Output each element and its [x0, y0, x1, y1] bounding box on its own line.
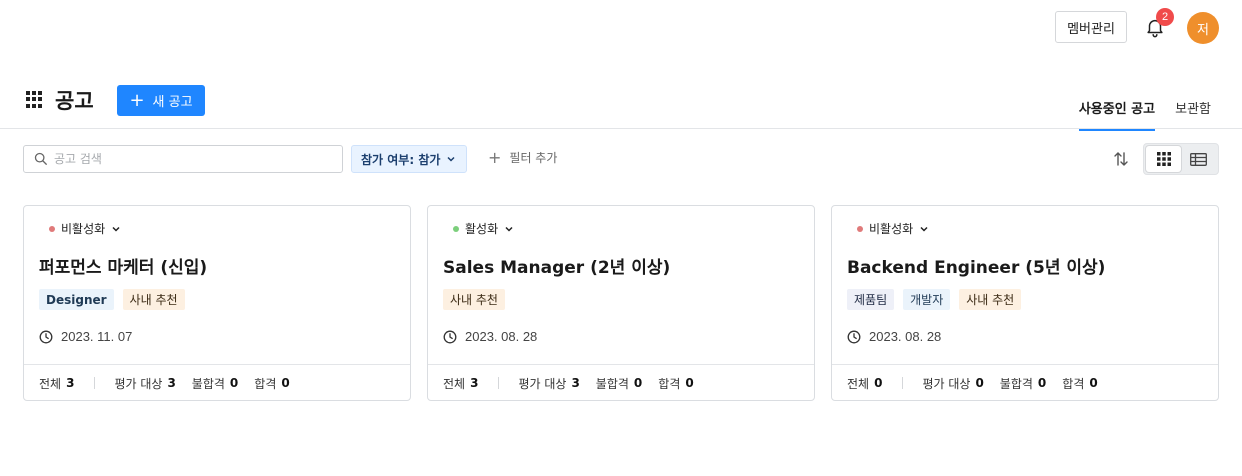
posting-date: 2023. 08. 28 — [847, 329, 941, 344]
stat-under-review: 평가 대상 3 — [518, 376, 580, 391]
posting-title[interactable]: Backend Engineer (5년 이상) — [847, 253, 1105, 278]
header-divider — [0, 128, 1242, 129]
plus-icon: + — [488, 147, 502, 167]
posting-title[interactable]: 퍼포먼스 마케터 (신입) — [39, 253, 207, 278]
posting-title[interactable]: Sales Manager (2년 이상) — [443, 253, 670, 278]
status-label: 비활성화 — [61, 222, 106, 236]
chevron-down-icon — [447, 156, 455, 162]
status-dot — [857, 225, 863, 232]
add-filter-label: 필터 추가 — [509, 151, 558, 165]
add-filter-button[interactable]: + 필터 추가 — [488, 149, 557, 166]
sort-icon[interactable] — [1112, 150, 1130, 168]
stat-total: 전체 3 — [39, 376, 75, 391]
new-posting-button[interactable]: + 새 공고 — [117, 85, 205, 116]
table-view-button[interactable] — [1181, 146, 1216, 172]
job-posting-card[interactable]: 활성화 Sales Manager (2년 이상) 사내 추천 2023. 08… — [427, 205, 815, 401]
tag-list: Designer 사내 추천 — [39, 289, 185, 310]
stat-failed: 불합격 0 — [191, 376, 239, 391]
tab-archive[interactable]: 보관함 — [1175, 98, 1211, 131]
grid-view-button[interactable] — [1146, 146, 1181, 172]
tab-active-postings[interactable]: 사용중인 공고 — [1078, 98, 1156, 131]
job-posting-card[interactable]: 비활성화 Backend Engineer (5년 이상) 제품팀 개발자 사내… — [831, 205, 1219, 401]
stat-total: 전체 0 — [847, 376, 883, 391]
stat-passed: 합격 0 — [254, 376, 290, 391]
chevron-down-icon — [920, 226, 928, 232]
posting-date: 2023. 08. 28 — [443, 329, 537, 344]
status-label: 활성화 — [465, 222, 499, 236]
card-stats: 전체 3 평가 대상 3 불합격 0 합격 0 — [24, 364, 410, 401]
card-stats: 전체 3 평가 대상 3 불합격 0 합격 0 — [428, 364, 814, 401]
job-posting-card[interactable]: 비활성화 퍼포먼스 마케터 (신입) Designer 사내 추천 2023. … — [23, 205, 411, 401]
posting-date: 2023. 11. 07 — [39, 329, 132, 344]
date-value: 2023. 11. 07 — [61, 329, 133, 344]
tag: 개발자 — [903, 289, 951, 310]
status-label: 비활성화 — [869, 222, 914, 236]
card-stats: 전체 0 평가 대상 0 불합격 0 합격 0 — [832, 364, 1218, 401]
posting-tabs: 사용중인 공고 보관함 — [1078, 98, 1211, 131]
member-management-button[interactable]: 멤버관리 — [1055, 11, 1127, 43]
clock-icon — [847, 330, 861, 343]
clock-icon — [39, 330, 53, 343]
view-toggle — [1143, 143, 1219, 175]
participation-filter-chip[interactable]: 참가 여부: 참가 — [351, 145, 468, 173]
stat-passed: 합격 0 — [1062, 376, 1098, 391]
tag: 사내 추천 — [443, 289, 505, 310]
stat-failed: 불합격 0 — [999, 376, 1047, 391]
page-title: 공고 — [55, 89, 94, 113]
status-dropdown[interactable]: 비활성화 — [49, 220, 121, 237]
new-posting-label: 새 공고 — [152, 95, 193, 110]
date-value: 2023. 08. 28 — [869, 329, 942, 344]
date-value: 2023. 08. 28 — [465, 329, 538, 344]
stat-divider — [902, 377, 904, 389]
stat-divider — [498, 377, 500, 389]
stat-under-review: 평가 대상 3 — [114, 376, 176, 391]
stat-total: 전체 3 — [443, 376, 479, 391]
participation-filter-label: 참가 여부: 참가 — [361, 152, 441, 167]
search-input[interactable] — [54, 152, 324, 166]
table-view-icon — [1190, 152, 1207, 166]
notification-badge: 2 — [1156, 8, 1174, 26]
status-dot — [49, 225, 55, 232]
stat-divider — [94, 377, 96, 389]
tag: 제품팀 — [847, 289, 895, 310]
grid-view-icon — [1156, 152, 1171, 166]
tag-list: 제품팀 개발자 사내 추천 — [847, 289, 1022, 310]
stat-under-review: 평가 대상 0 — [922, 376, 984, 391]
status-dropdown[interactable]: 활성화 — [453, 220, 514, 237]
status-dot — [453, 225, 459, 232]
tag-list: 사내 추천 — [443, 289, 505, 310]
chevron-down-icon — [112, 226, 120, 232]
tag: 사내 추천 — [122, 289, 185, 310]
stat-passed: 합격 0 — [658, 376, 694, 391]
search-icon — [34, 152, 47, 165]
stat-failed: 불합격 0 — [595, 376, 643, 391]
chevron-down-icon — [505, 226, 513, 232]
apps-grid-icon — [26, 91, 43, 108]
tag: 사내 추천 — [959, 289, 1022, 310]
avatar[interactable]: 저 — [1187, 12, 1219, 44]
plus-icon: + — [129, 89, 145, 111]
clock-icon — [443, 330, 457, 343]
tag: Designer — [39, 289, 114, 310]
search-box — [23, 145, 343, 173]
status-dropdown[interactable]: 비활성화 — [857, 220, 929, 237]
